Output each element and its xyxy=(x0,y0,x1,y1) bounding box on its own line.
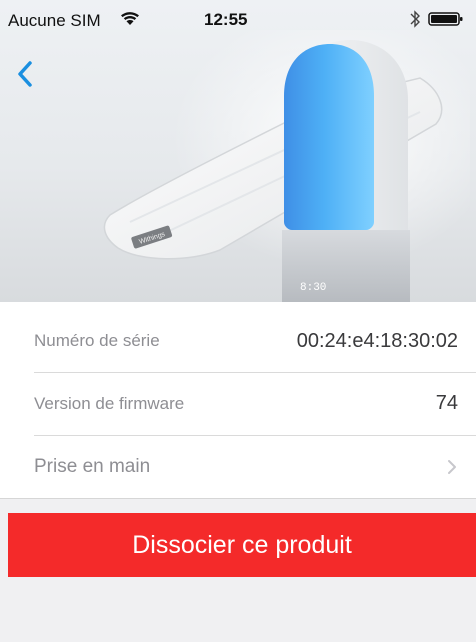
status-bar: Aucune SIM 12:55 xyxy=(0,0,476,40)
bluetooth-icon xyxy=(410,10,420,28)
sleep-mat-illustration: Withings 8:30 xyxy=(103,40,443,302)
serial-number-label: Numéro de série xyxy=(34,331,160,350)
product-details-list: Numéro de série 00:24:e4:18:30:02 Versio… xyxy=(0,302,476,498)
status-time: 12:55 xyxy=(204,10,248,29)
firmware-version-value: 74 xyxy=(435,392,458,414)
lamp-light xyxy=(284,44,374,230)
serial-number-row: Numéro de série 00:24:e4:18:30:02 xyxy=(34,310,476,372)
dissociate-product-button[interactable]: Dissocier ce produit xyxy=(8,513,476,577)
carrier-label: Aucune SIM xyxy=(8,11,101,30)
list-divider xyxy=(0,498,476,499)
wifi-icon xyxy=(121,12,139,25)
chevron-left-icon xyxy=(18,61,32,87)
back-button[interactable] xyxy=(10,56,40,92)
firmware-version-row: Version de firmware 74 xyxy=(34,372,476,434)
battery-icon xyxy=(428,12,463,26)
chevron-right-icon xyxy=(448,459,456,474)
serial-number-value: 00:24:e4:18:30:02 xyxy=(296,329,458,352)
getting-started-row[interactable]: Prise en main xyxy=(34,435,476,497)
firmware-version-label: Version de firmware xyxy=(34,393,185,413)
getting-started-label: Prise en main xyxy=(34,455,151,477)
product-hero-image: Withings 8:30 Aucune SIM 12:55 xyxy=(0,0,476,302)
clock-display: 8:30 xyxy=(300,282,326,294)
